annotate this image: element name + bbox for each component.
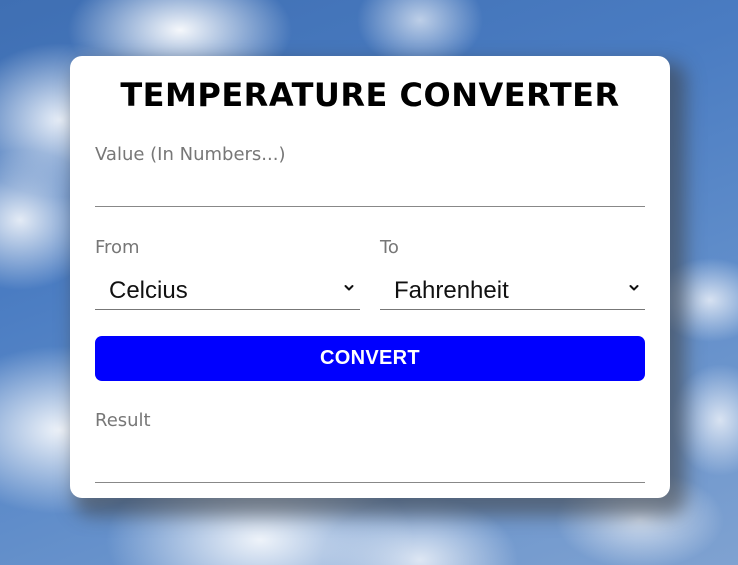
from-label: From bbox=[95, 237, 140, 258]
from-unit-value: Celcius bbox=[109, 277, 188, 304]
value-label: Value (In Numbers...) bbox=[95, 144, 286, 165]
result-output bbox=[95, 446, 645, 483]
converter-card: TEMPERATURE CONVERTER Value (In Numbers.… bbox=[70, 56, 670, 498]
from-unit-select[interactable]: Celcius bbox=[95, 273, 360, 310]
to-unit-value: Fahrenheit bbox=[394, 277, 509, 304]
result-label: Result bbox=[95, 410, 151, 431]
convert-button[interactable]: CONVERT bbox=[95, 336, 645, 381]
to-unit-select[interactable]: Fahrenheit bbox=[380, 273, 645, 310]
to-label: To bbox=[380, 237, 399, 258]
chevron-down-icon bbox=[629, 285, 639, 291]
value-input[interactable] bbox=[95, 176, 645, 207]
page-title: TEMPERATURE CONVERTER bbox=[120, 76, 620, 114]
chevron-down-icon bbox=[344, 285, 354, 291]
